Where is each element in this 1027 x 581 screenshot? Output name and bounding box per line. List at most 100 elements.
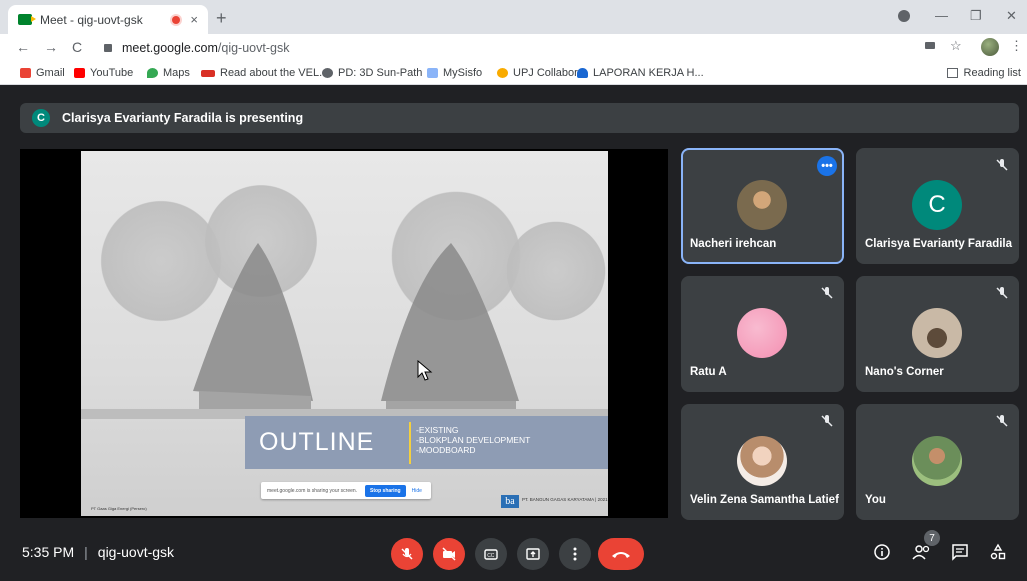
browser-menu-icon[interactable]: ⋮ — [1010, 38, 1023, 54]
captions-button[interactable]: CC — [475, 538, 507, 570]
extension-icon[interactable] — [898, 10, 910, 22]
participant-avatar — [737, 308, 787, 358]
presenting-banner: C Clarisya Evarianty Faradila is present… — [20, 103, 1019, 133]
back-arrow-icon[interactable]: ← — [16, 39, 30, 55]
bookmark-mysisfo[interactable]: MySisfo — [427, 67, 482, 79]
outline-panel: OUTLINE -EXISTING -BLOKPLAN DEVELOPMENT … — [245, 416, 608, 469]
participant-tile[interactable]: Nano's Corner — [856, 276, 1019, 392]
mic-off-icon — [401, 548, 413, 560]
mysisfo-icon — [427, 68, 438, 78]
meeting-details-button[interactable] — [872, 542, 892, 562]
browser-toolbar: ← → C meet.google.com /qig-uovt-gsk ☆ ⋮ — [0, 34, 1027, 62]
camera-toggle-button[interactable] — [433, 538, 465, 570]
chat-icon — [952, 544, 968, 561]
present-now-button[interactable] — [517, 538, 549, 570]
company-name: PT. BANGUN GAGAS KARYATAMA | 2021 — [522, 497, 608, 502]
closed-captions-icon: CC — [484, 549, 498, 560]
bookmark-youtube[interactable]: YouTube — [74, 67, 133, 79]
participant-tile[interactable]: C Clarisya Evarianty Faradila — [856, 148, 1019, 264]
bookmark-gmail[interactable]: Gmail — [20, 67, 65, 79]
bookmark-maps[interactable]: Maps — [147, 67, 190, 79]
mic-off-icon — [821, 415, 833, 427]
tab-title: Meet - qig-uovt-gsk — [40, 12, 143, 27]
mic-off-icon — [996, 287, 1008, 299]
slide-title: OUTLINE — [259, 428, 375, 456]
restore-button[interactable]: ❐ — [970, 8, 982, 24]
participant-name: Nano's Corner — [865, 366, 944, 378]
bookmark-sunpath[interactable]: PD: 3D Sun-Path — [322, 67, 422, 79]
activities-button[interactable] — [988, 542, 1008, 562]
cloud-icon — [577, 68, 588, 78]
close-window-button[interactable]: ✕ — [1006, 8, 1017, 24]
participant-avatar — [737, 436, 787, 486]
participant-tile[interactable]: You — [856, 404, 1019, 520]
bookmarks-bar: Gmail YouTube Maps Read about the VEL...… — [0, 62, 1027, 85]
address-bar[interactable]: meet.google.com /qig-uovt-gsk — [98, 38, 918, 58]
outline-divider — [409, 422, 411, 464]
leave-call-button[interactable] — [598, 538, 644, 570]
more-options-button[interactable] — [559, 538, 591, 570]
meeting-info-separator: | — [84, 544, 88, 560]
forward-arrow-icon[interactable]: → — [44, 39, 58, 55]
slide-credit: PT Gaas Giga Energi (Persero) — [91, 506, 147, 511]
participant-tile[interactable]: ••• Nacheri irehcan — [681, 148, 844, 264]
participant-name: You — [865, 494, 886, 506]
new-tab-button[interactable]: + — [216, 8, 227, 29]
upj-icon — [497, 68, 508, 78]
mouse-cursor-icon — [417, 360, 433, 381]
maps-icon — [147, 68, 158, 78]
vel-icon — [201, 69, 215, 77]
profile-avatar[interactable] — [981, 38, 999, 56]
participant-avatar — [912, 308, 962, 358]
outline-item: -BLOKPLAN DEVELOPMENT — [416, 435, 531, 445]
mic-off-icon — [996, 159, 1008, 171]
bookmark-vel[interactable]: Read about the VEL... — [201, 67, 328, 79]
present-screen-icon — [526, 548, 540, 560]
reload-icon[interactable]: C — [72, 39, 82, 55]
stop-sharing-button[interactable]: Stop sharing — [365, 484, 406, 497]
company-logo: ba — [501, 495, 519, 508]
participant-tile[interactable]: Ratu A — [681, 276, 844, 392]
participant-name: Velin Zena Samantha Latief — [690, 494, 839, 506]
tab-close-icon[interactable]: × — [190, 12, 198, 27]
browser-tab-meet[interactable]: Meet - qig-uovt-gsk × — [8, 5, 208, 34]
camera-icon[interactable] — [925, 42, 935, 49]
participant-name: Clarisya Evarianty Faradila — [865, 238, 1013, 250]
minimize-button[interactable]: — — [935, 8, 948, 23]
participant-name: Ratu A — [690, 366, 727, 378]
presenting-text: Clarisya Evarianty Faradila is presentin… — [62, 111, 304, 125]
vertical-dots-icon — [573, 547, 577, 561]
participant-tile[interactable]: Velin Zena Samantha Latief — [681, 404, 844, 520]
more-options-icon[interactable]: ••• — [817, 156, 837, 176]
meeting-info: 5:35 PM | qig-uovt-gsk — [22, 544, 174, 560]
shared-slide: OUTLINE -EXISTING -BLOKPLAN DEVELOPMENT … — [81, 151, 608, 516]
meet-favicon-icon — [18, 14, 36, 25]
activities-icon — [990, 543, 1006, 560]
lock-icon — [104, 44, 112, 52]
participant-avatar — [737, 180, 787, 230]
url-path: /qig-uovt-gsk — [217, 41, 290, 55]
browser-tab-strip: Meet - qig-uovt-gsk × + — ❐ ✕ — [0, 0, 1027, 34]
youtube-icon — [74, 68, 85, 78]
mic-off-icon — [996, 415, 1008, 427]
participant-avatar: C — [912, 180, 962, 230]
bookmark-laporan[interactable]: LAPORAN KERJA H... — [577, 67, 704, 79]
mic-off-icon — [821, 287, 833, 299]
screen-share-bar: meet.google.com is sharing your screen. … — [261, 482, 431, 499]
hang-up-icon — [612, 552, 630, 558]
microphone-toggle-button[interactable] — [391, 538, 423, 570]
meeting-controls-bar: 5:35 PM | qig-uovt-gsk CC — [0, 525, 1027, 581]
chat-button[interactable] — [950, 542, 970, 562]
url-host: meet.google.com — [122, 41, 218, 55]
hide-share-bar-button[interactable]: Hide — [412, 488, 422, 494]
bookmark-upj[interactable]: UPJ Collabor — [497, 67, 578, 79]
bookmark-star-icon[interactable]: ☆ — [950, 38, 962, 54]
presentation-stage[interactable]: OUTLINE -EXISTING -BLOKPLAN DEVELOPMENT … — [20, 149, 668, 518]
reading-list-button[interactable]: Reading list — [946, 67, 1021, 79]
participant-avatar — [912, 436, 962, 486]
svg-text:CC: CC — [487, 553, 495, 559]
recording-indicator-icon — [172, 15, 181, 24]
outline-item: -EXISTING — [416, 425, 459, 435]
gmail-icon — [20, 68, 31, 78]
meeting-time: 5:35 PM — [22, 544, 75, 560]
